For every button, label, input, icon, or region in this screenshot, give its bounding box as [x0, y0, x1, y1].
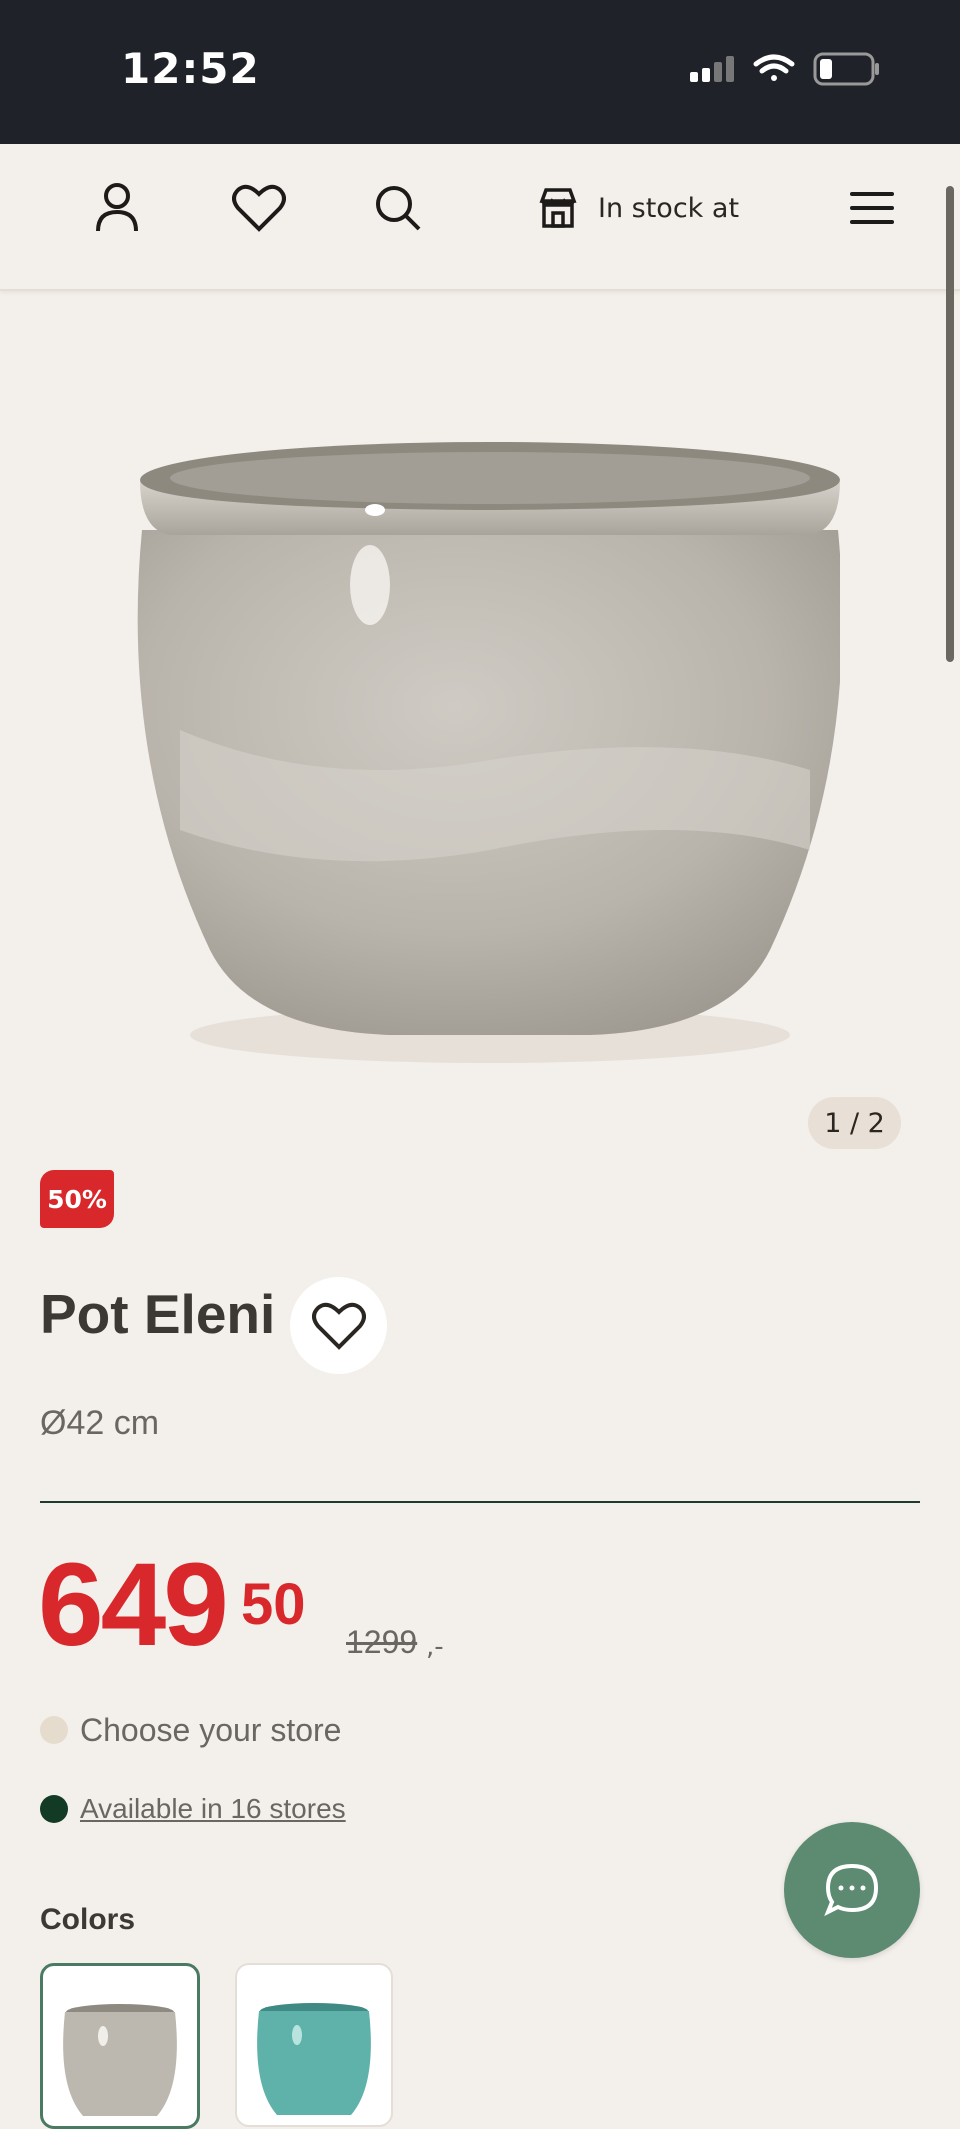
- heart-icon: [311, 1302, 366, 1350]
- store-icon: [539, 188, 577, 228]
- wifi-icon: [753, 54, 795, 81]
- search-icon[interactable]: [370, 180, 426, 236]
- add-to-favorites-button[interactable]: [290, 1277, 387, 1374]
- old-price-suffix: ,-: [426, 1632, 444, 1662]
- status-time: 12:52: [121, 44, 260, 93]
- availability-row: Available in 16 stores: [40, 1789, 346, 1829]
- product-title: Pot Eleni: [40, 1283, 276, 1345]
- availability-link[interactable]: Available in 16 stores: [80, 1793, 346, 1825]
- cellular-signal-icon: [690, 56, 734, 82]
- old-price: 1299: [346, 1624, 418, 1660]
- chat-button[interactable]: [784, 1822, 920, 1958]
- price-whole: 649: [38, 1539, 229, 1671]
- in-stock-at-label: In stock at: [598, 192, 740, 224]
- discount-badge: 50%: [40, 1170, 114, 1228]
- battery-icon: [813, 52, 879, 86]
- top-nav: In stock at: [0, 144, 960, 291]
- price-cents: 50: [241, 1572, 306, 1637]
- heart-icon[interactable]: [231, 180, 287, 236]
- account-icon[interactable]: [89, 180, 145, 236]
- colors-heading: Colors: [40, 1903, 136, 1936]
- status-icons: [680, 48, 880, 98]
- product-size: Ø42 cm: [40, 1404, 160, 1442]
- choose-store-label: Choose your store: [80, 1711, 342, 1748]
- image-counter: 1 / 2: [808, 1097, 901, 1149]
- in-stock-at-link[interactable]: In stock at: [538, 180, 739, 236]
- status-bar: 12:52: [0, 0, 960, 144]
- scrollbar[interactable]: [946, 186, 954, 662]
- choose-store-button[interactable]: Choose your store: [40, 1710, 341, 1750]
- availability-dot: [40, 1795, 68, 1823]
- color-swatch-turquoise[interactable]: [235, 1963, 393, 2127]
- divider: [40, 1501, 920, 1503]
- product-image[interactable]: [120, 430, 843, 1070]
- color-swatch-grey[interactable]: [40, 1963, 200, 2129]
- menu-icon[interactable]: [844, 180, 900, 236]
- chat-bubble-icon: [824, 1863, 879, 1917]
- store-status-dot: [40, 1716, 68, 1744]
